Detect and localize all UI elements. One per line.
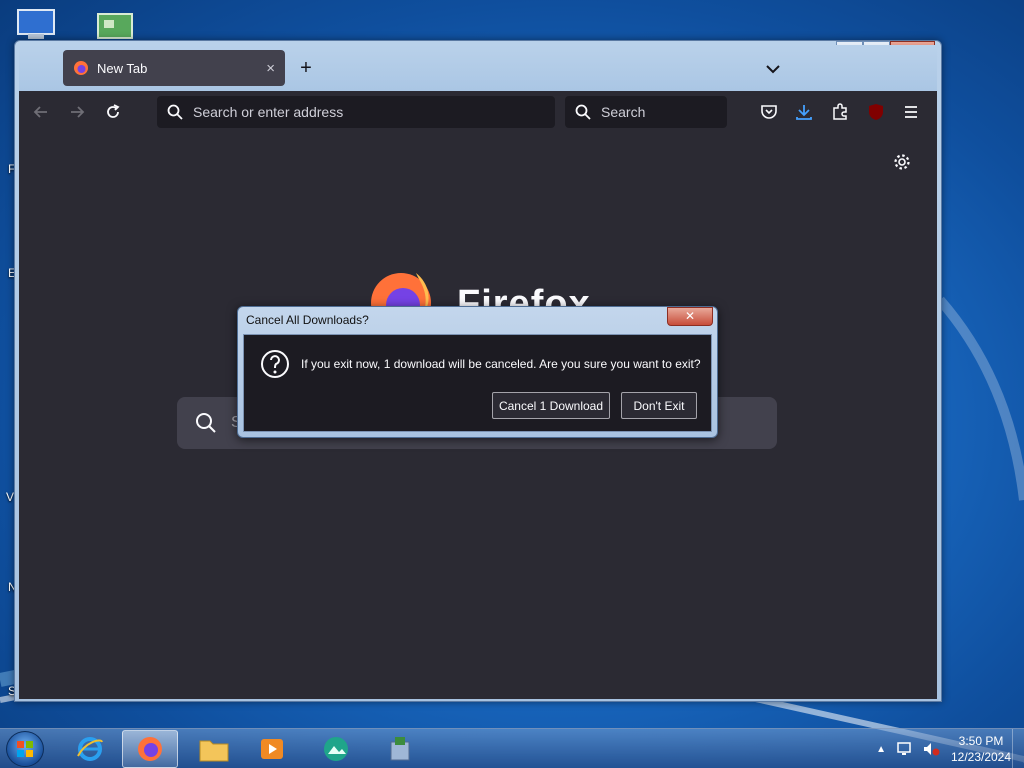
clock-time: 3:50 PM <box>958 734 1004 748</box>
ublock-origin-button[interactable] <box>864 100 888 124</box>
cancel-download-button[interactable]: Cancel 1 Download <box>492 392 610 419</box>
address-bar[interactable]: Search or enter address <box>157 96 555 128</box>
setup-icon <box>390 737 410 761</box>
internet-explorer-icon <box>77 737 103 761</box>
question-icon <box>260 349 290 379</box>
firefox-icon <box>74 61 88 75</box>
arrow-right-icon <box>71 106 85 118</box>
tab-new-tab[interactable]: New Tab × <box>63 50 285 86</box>
tab-close-button[interactable]: × <box>266 60 275 77</box>
photos-icon <box>324 737 348 761</box>
start-button[interactable] <box>6 731 44 767</box>
search-icon <box>575 104 591 120</box>
extensions-button[interactable] <box>828 100 852 124</box>
media-player-icon <box>261 739 283 759</box>
volume-muted-icon[interactable] <box>922 741 940 757</box>
clock-date: 12/23/2024 <box>950 750 1012 764</box>
folder-icon <box>199 740 229 762</box>
taskbar-file-explorer[interactable] <box>186 730 242 768</box>
desktop-icon-label: V <box>6 490 15 504</box>
cancel-downloads-dialog: Cancel All Downloads? ✕ If you exit now,… <box>237 306 718 438</box>
navigation-toolbar: Search or enter address Search <box>19 91 937 133</box>
system-tray: ▲ 3:50 PM 12/23/2024 <box>876 729 1016 768</box>
hamburger-menu-icon <box>905 106 917 118</box>
downloads-button[interactable] <box>792 100 816 124</box>
taskbar-firefox[interactable] <box>122 730 178 768</box>
arrow-left-icon <box>33 106 47 118</box>
back-button[interactable] <box>29 100 53 124</box>
reload-icon <box>107 104 120 118</box>
taskbar: ▲ 3:50 PM 12/23/2024 <box>0 728 1024 768</box>
customize-new-tab-button[interactable] <box>893 153 911 176</box>
app-menu-button[interactable] <box>899 100 923 124</box>
search-icon <box>167 104 183 120</box>
ublock-icon <box>869 104 883 120</box>
taskbar-photos[interactable] <box>308 730 364 768</box>
taskbar-media-player[interactable] <box>244 730 300 768</box>
tab-title: New Tab <box>97 60 148 76</box>
dialog-message: If you exit now, 1 download will be canc… <box>301 357 701 371</box>
show-desktop-button[interactable] <box>1012 729 1024 768</box>
dont-exit-button[interactable]: Don't Exit <box>621 392 697 419</box>
chevron-down-icon <box>766 65 780 74</box>
system-clock[interactable]: 3:50 PM 12/23/2024 <box>946 733 1016 765</box>
address-bar-placeholder: Search or enter address <box>193 104 344 120</box>
reload-button[interactable] <box>101 100 125 124</box>
search-icon <box>196 413 216 433</box>
forward-button[interactable] <box>65 100 89 124</box>
puzzle-icon <box>833 103 847 120</box>
windows-logo-icon <box>17 741 33 757</box>
taskbar-internet-explorer[interactable] <box>62 730 118 768</box>
pocket-button[interactable] <box>757 100 781 124</box>
firefox-icon <box>138 737 162 761</box>
new-tab-button[interactable]: + <box>295 57 317 79</box>
search-bar-placeholder: Search <box>601 104 646 120</box>
dialog-close-button[interactable]: ✕ <box>667 307 713 326</box>
list-all-tabs-button[interactable] <box>763 59 783 79</box>
show-hidden-icons-button[interactable]: ▲ <box>876 744 886 755</box>
download-icon <box>796 105 812 120</box>
tab-strip: New Tab × + <box>19 45 937 91</box>
dialog-title: Cancel All Downloads? <box>246 313 369 327</box>
gear-icon <box>894 154 910 170</box>
network-icon[interactable] <box>896 741 914 757</box>
taskbar-setup[interactable] <box>372 730 428 768</box>
search-bar[interactable]: Search <box>565 96 727 128</box>
dialog-body: If you exit now, 1 download will be canc… <box>243 334 712 432</box>
pocket-icon <box>761 105 777 119</box>
